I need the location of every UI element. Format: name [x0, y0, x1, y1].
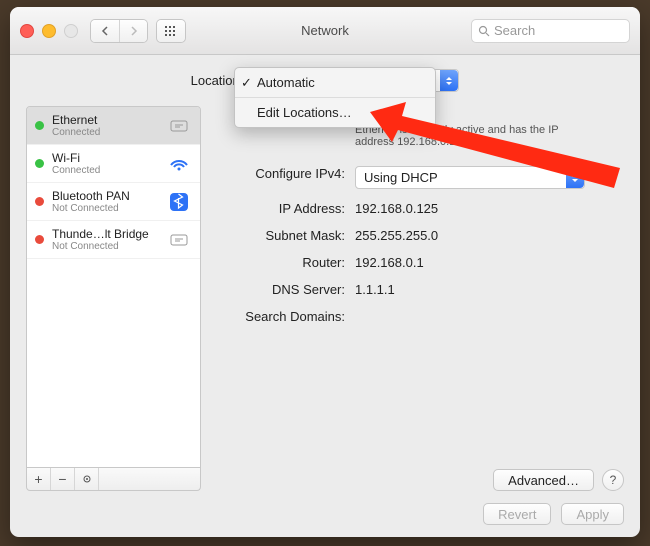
- popup-arrows-icon: [440, 70, 458, 91]
- subnet-mask-label: Subnet Mask:: [215, 228, 355, 243]
- subnet-mask-value: 255.255.255.0: [355, 228, 624, 243]
- advanced-button[interactable]: Advanced…: [493, 469, 594, 491]
- search-domains-label: Search Domains:: [215, 309, 355, 324]
- router-value: 192.168.0.1: [355, 255, 624, 270]
- location-menu: ✓ Automatic Edit Locations…: [234, 67, 436, 128]
- action-menu-button[interactable]: [75, 468, 99, 490]
- service-wifi[interactable]: Wi-Fi Connected: [27, 145, 200, 183]
- ethernet-icon: [166, 230, 192, 250]
- menu-separator: [235, 97, 435, 98]
- location-menu-item-automatic[interactable]: ✓ Automatic: [235, 72, 435, 93]
- add-service-button[interactable]: +: [27, 468, 51, 490]
- zoom-window-button[interactable]: [64, 24, 78, 38]
- ip-address-value: 192.168.0.125: [355, 201, 624, 216]
- status-dot-icon: [35, 197, 44, 206]
- chevron-left-icon: [101, 26, 109, 36]
- status-dot-icon: [35, 235, 44, 244]
- grid-icon: [164, 25, 178, 37]
- traffic-lights: [20, 24, 78, 38]
- check-icon: ✓: [241, 75, 252, 91]
- service-details: Status: Connected Ethernet is currently …: [215, 106, 624, 491]
- show-all-button[interactable]: [156, 19, 186, 43]
- configure-ipv4-popup[interactable]: Using DHCP: [355, 166, 585, 189]
- service-ethernet[interactable]: Ethernet Connected: [27, 107, 200, 145]
- status-dot-icon: [35, 159, 44, 168]
- ethernet-icon: [166, 116, 192, 136]
- service-list-toolbar: + −: [26, 468, 201, 491]
- minimize-window-button[interactable]: [42, 24, 56, 38]
- footer-buttons: Revert Apply: [483, 503, 624, 525]
- back-button[interactable]: [91, 20, 119, 42]
- service-thunderbolt-bridge[interactable]: Thunde…lt Bridge Not Connected: [27, 221, 200, 259]
- revert-button[interactable]: Revert: [483, 503, 551, 525]
- service-list-wrap: Ethernet Connected Wi-Fi Connected: [26, 106, 201, 491]
- bluetooth-icon: [166, 192, 192, 212]
- search-placeholder: Search: [494, 23, 535, 38]
- configure-ipv4-label: Configure IPv4:: [215, 166, 355, 181]
- nav-segment: [90, 19, 148, 43]
- network-preferences-window: Network Search Location: Automatic Eth: [10, 7, 640, 537]
- window-toolbar: Network Search: [10, 7, 640, 55]
- ip-address-label: IP Address:: [215, 201, 355, 216]
- status-dot-icon: [35, 121, 44, 130]
- popup-arrows-icon: [566, 167, 584, 188]
- dns-server-value: 1.1.1.1: [355, 282, 624, 297]
- location-menu-item-edit[interactable]: Edit Locations…: [235, 102, 435, 123]
- remove-service-button[interactable]: −: [51, 468, 75, 490]
- wifi-icon: [166, 154, 192, 174]
- service-bluetooth-pan[interactable]: Bluetooth PAN Not Connected: [27, 183, 200, 221]
- help-button[interactable]: ?: [602, 469, 624, 491]
- close-window-button[interactable]: [20, 24, 34, 38]
- search-icon: [478, 25, 490, 37]
- service-list[interactable]: Ethernet Connected Wi-Fi Connected: [26, 106, 201, 468]
- chevron-right-icon: [130, 26, 138, 36]
- apply-button[interactable]: Apply: [561, 503, 624, 525]
- gear-icon: [81, 473, 92, 485]
- search-field[interactable]: Search: [471, 19, 630, 43]
- forward-button[interactable]: [119, 20, 147, 42]
- router-label: Router:: [215, 255, 355, 270]
- dns-server-label: DNS Server:: [215, 282, 355, 297]
